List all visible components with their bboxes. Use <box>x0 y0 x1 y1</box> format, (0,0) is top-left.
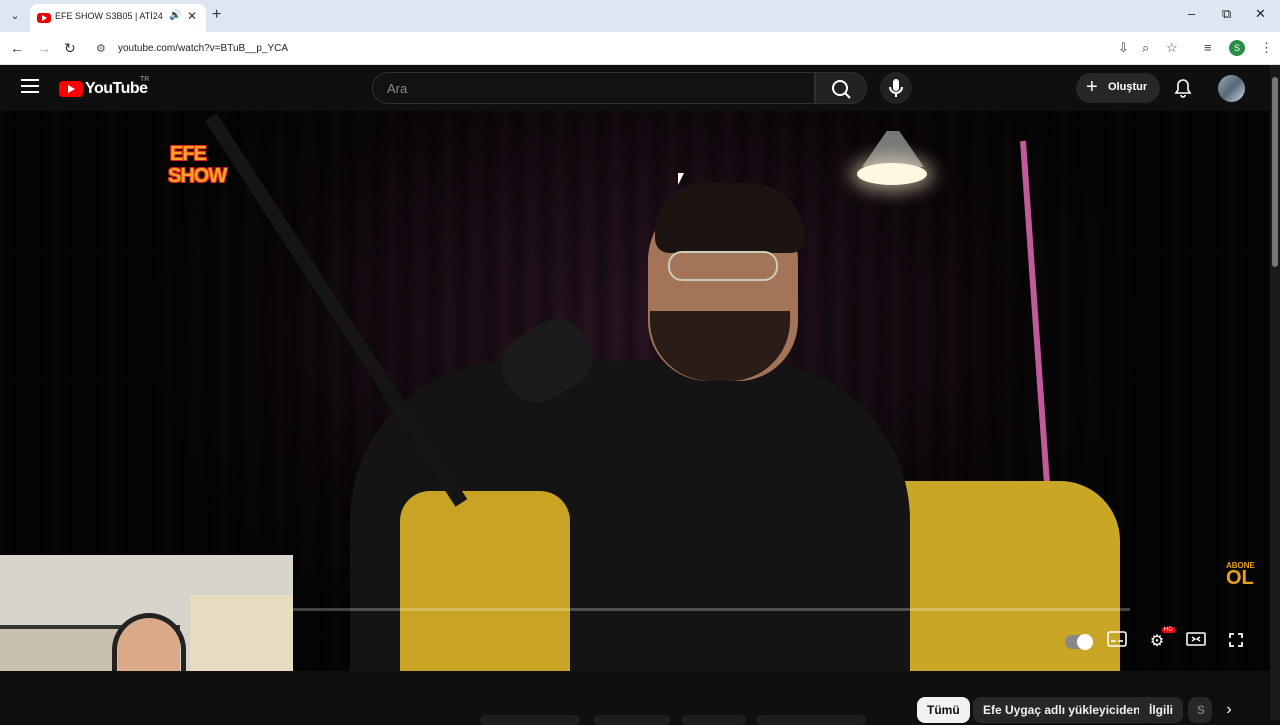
logo-line-2: SHOW <box>168 165 227 187</box>
account-avatar[interactable] <box>1218 75 1245 102</box>
plus-icon: + <box>1086 76 1098 98</box>
address-bar[interactable]: ⚙ youtube.com/watch?v=BTuB__p_YCA <box>88 36 1188 62</box>
search-box <box>372 72 815 104</box>
zoom-icon[interactable]: ⌕ <box>1142 40 1149 56</box>
chevron-down-icon[interactable]: ⌄ <box>6 7 24 25</box>
youtube-play-icon <box>59 81 83 97</box>
forward-icon[interactable]: → <box>37 40 51 56</box>
browser-tab-strip: ⌄ EFE SHOW S3B05 | ATİ242 🔊 ✕ + – ⧉ ✕ <box>0 0 1280 32</box>
subtitles-icon[interactable] <box>1104 631 1130 653</box>
create-label: Oluştur <box>1108 81 1148 93</box>
chip-from-uploader[interactable]: Efe Uygaç adlı yükleyiciden <box>973 697 1151 723</box>
autoplay-toggle[interactable] <box>1065 634 1093 650</box>
placeholder-chip <box>594 715 670 725</box>
mouse-cursor-icon <box>678 173 684 185</box>
yellow-chair-left <box>400 491 570 671</box>
chip-all[interactable]: Tümü <box>917 697 970 723</box>
profile-avatar[interactable]: S <box>1229 40 1245 56</box>
logo-line-1: EFE <box>170 143 207 165</box>
guest-hair <box>655 183 805 253</box>
hd-badge: HD <box>1162 627 1175 633</box>
new-tab-icon[interactable]: + <box>212 6 221 24</box>
chip-related[interactable]: İlgili <box>1139 697 1183 723</box>
minimize-icon[interactable]: – <box>1188 6 1195 21</box>
country-code: TR <box>140 76 150 83</box>
tab-title: EFE SHOW S3B05 | ATİ242 <box>55 11 163 21</box>
close-tab-icon[interactable]: ✕ <box>187 9 197 23</box>
guest-glasses <box>668 251 778 281</box>
back-icon[interactable]: ← <box>10 40 24 56</box>
voice-search-button[interactable] <box>880 72 912 104</box>
lamp-light <box>857 163 927 185</box>
placeholder-chip <box>682 715 746 725</box>
scrollbar-thumb[interactable] <box>1272 77 1278 267</box>
restore-icon[interactable]: ⧉ <box>1222 6 1231 22</box>
notifications-bell-icon[interactable] <box>1172 77 1194 99</box>
search-button[interactable] <box>815 72 867 104</box>
youtube-logo[interactable]: YouTube TR <box>59 76 150 99</box>
site-info-icon[interactable]: ⚙ <box>96 42 106 55</box>
headphones-icon <box>112 613 186 673</box>
media-controls-icon[interactable]: ≡ <box>1204 40 1212 55</box>
youtube-favicon-icon <box>37 13 51 23</box>
ol-text: OL <box>1226 567 1254 589</box>
page-scrollbar[interactable] <box>1270 65 1280 720</box>
browser-toolbar: ← → ↻ ⚙ youtube.com/watch?v=BTuB__p_YCA … <box>0 32 1280 65</box>
video-progress-bar[interactable] <box>290 608 1130 611</box>
hamburger-menu-icon[interactable] <box>21 79 39 95</box>
related-chips-bar: Tümü Efe Uygaç adlı yükleyiciden İlgili … <box>0 671 1270 725</box>
placeholder-chip <box>756 715 866 725</box>
speaker-icon[interactable]: 🔊 <box>169 10 181 21</box>
player-controls: ⚙ HD <box>1060 625 1260 661</box>
menu-kebab-icon[interactable]: ⋮ <box>1260 40 1273 56</box>
create-button[interactable]: + Oluştur <box>1076 73 1160 103</box>
channel-watermark-logo: EFE SHOW <box>168 143 246 197</box>
placeholder-chip <box>480 715 580 725</box>
fullscreen-icon[interactable] <box>1223 631 1249 653</box>
browser-tab[interactable]: EFE SHOW S3B05 | ATİ242 🔊 ✕ <box>30 4 206 32</box>
settings-gear-icon[interactable]: ⚙ <box>1144 631 1170 653</box>
search-input[interactable] <box>373 73 814 103</box>
microphone-icon <box>889 79 903 97</box>
url-text: youtube.com/watch?v=BTuB__p_YCA <box>118 43 289 54</box>
subscribe-watermark[interactable]: ABONE OL <box>1224 561 1260 591</box>
search-icon <box>832 80 851 99</box>
youtube-wordmark: YouTube <box>85 80 148 97</box>
bookmark-star-icon[interactable]: ☆ <box>1166 40 1178 56</box>
install-app-icon[interactable]: ⇩ <box>1118 40 1129 56</box>
close-window-icon[interactable]: ✕ <box>1255 6 1266 22</box>
youtube-header: YouTube TR + Oluştur <box>0 65 1270 111</box>
reload-icon[interactable]: ↻ <box>64 40 76 57</box>
chip-partial[interactable]: S <box>1188 697 1212 723</box>
theater-mode-icon[interactable] <box>1183 631 1209 653</box>
